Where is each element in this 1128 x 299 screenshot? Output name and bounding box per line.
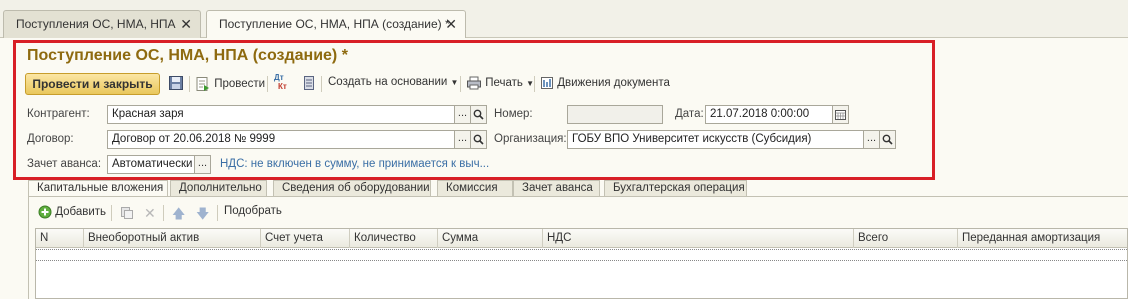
create-based-on-label: Создать на основании: [328, 76, 448, 88]
tab-advance-offset[interactable]: Зачет аванса: [513, 180, 600, 197]
counterparty-label: Контрагент:: [27, 108, 90, 120]
toolbar-separator: [111, 205, 112, 221]
tab-commission[interactable]: Комиссия: [437, 180, 513, 197]
delete-icon[interactable]: ✕: [144, 205, 156, 222]
search-icon[interactable]: [470, 105, 487, 124]
column-header[interactable]: Переданная амортизация: [958, 229, 1128, 248]
save-icon[interactable]: [168, 75, 184, 91]
tab-label: Поступления ОС, НМА, НПА: [16, 17, 176, 31]
document-movements-label: Движения документа: [557, 77, 670, 90]
select-button[interactable]: ...: [454, 130, 471, 149]
organization-label: Организация:: [494, 133, 567, 145]
contract-label: Договор:: [27, 133, 74, 145]
calendar-icon[interactable]: [832, 105, 849, 124]
form-content: Поступление ОС, НМА, НПА (создание) * Пр…: [0, 38, 1128, 299]
column-header[interactable]: Внеоборотный актив: [84, 229, 261, 248]
post-and-close-button[interactable]: Провести и закрыть: [25, 73, 160, 95]
vat-link[interactable]: НДС: не включен в сумму, не принимается …: [220, 158, 489, 170]
report-icon[interactable]: [303, 75, 315, 91]
column-header[interactable]: Счет учета: [261, 229, 350, 248]
select-items-button[interactable]: Подобрать: [224, 205, 282, 217]
toolbar-separator: [534, 76, 535, 92]
print-label: Печать: [485, 77, 523, 90]
column-header[interactable]: НДС: [543, 229, 854, 248]
dt-kt-icon[interactable]: Дт Кт: [274, 73, 287, 91]
post-button[interactable]: Провести: [195, 76, 265, 92]
add-label: Добавить: [55, 206, 107, 219]
number-field[interactable]: [567, 105, 663, 124]
move-down-icon[interactable]: 🡇: [196, 205, 209, 227]
toolbar-separator: [189, 76, 190, 92]
printer-icon: [467, 76, 481, 90]
toolbar-separator: [267, 76, 268, 92]
post-document-icon: [196, 77, 209, 91]
select-button[interactable]: ...: [454, 105, 471, 124]
number-label: Номер:: [494, 108, 533, 120]
advance-offset-label: Зачет аванса:: [27, 158, 102, 170]
advance-offset-field[interactable]: Автоматически: [107, 155, 195, 174]
select-button[interactable]: ...: [863, 130, 880, 149]
contract-field[interactable]: Договор от 20.06.2018 № 9999: [107, 130, 455, 149]
table-header: N Внеоборотный актив Счет учета Количест…: [36, 229, 1127, 248]
select-button[interactable]: ...: [194, 155, 211, 174]
date-label: Дата:: [675, 108, 704, 120]
create-based-on-menu[interactable]: Создать на основании ▼: [328, 76, 458, 88]
chevron-down-icon: ▼: [526, 79, 535, 89]
date-field[interactable]: 21.07.2018 0:00:00: [705, 105, 833, 124]
tab-additional[interactable]: Дополнительно: [170, 180, 267, 197]
toolbar-separator: [163, 205, 164, 221]
column-header[interactable]: Всего: [854, 229, 958, 248]
post-label: Провести: [214, 78, 266, 91]
tab-receipt-create[interactable]: Поступление ОС, НМА, НПА (создание) * ✕: [206, 10, 466, 39]
tab-equipment-info[interactable]: Сведения об оборудовании: [273, 180, 431, 197]
print-menu[interactable]: Печать ▼: [466, 76, 534, 90]
search-icon[interactable]: [879, 130, 896, 149]
toolbar-separator: [217, 205, 218, 221]
toolbar-separator: [321, 76, 322, 92]
counterparty-field[interactable]: Красная заря: [107, 105, 455, 124]
column-header[interactable]: Сумма: [438, 229, 543, 248]
move-up-icon[interactable]: 🡅: [172, 205, 185, 227]
search-icon[interactable]: [470, 130, 487, 149]
tab-receipts-list[interactable]: Поступления ОС, НМА, НПА ✕: [3, 10, 201, 38]
organization-field[interactable]: ГОБУ ВПО Университет искусств (Субсидия): [567, 130, 864, 149]
copy-icon[interactable]: [120, 206, 134, 220]
page-title: Поступление ОС, НМА, НПА (создание) *: [27, 47, 348, 64]
chevron-down-icon: ▼: [450, 78, 459, 87]
tab-accounting-operation[interactable]: Бухгалтерская операция: [604, 180, 747, 197]
add-icon: [38, 205, 52, 219]
inner-tab-bar: Капитальные вложения Дополнительно Сведе…: [28, 180, 928, 198]
close-icon[interactable]: ✕: [445, 16, 457, 33]
items-table[interactable]: N Внеоборотный актив Счет учета Количест…: [35, 228, 1128, 299]
add-button[interactable]: Добавить: [38, 205, 106, 219]
close-icon[interactable]: ✕: [180, 16, 192, 33]
movements-icon: [541, 77, 553, 89]
table-row[interactable]: [36, 249, 1127, 261]
column-header[interactable]: N: [36, 229, 84, 248]
column-header[interactable]: Количество: [350, 229, 438, 248]
tab-label: Поступление ОС, НМА, НПА (создание) *: [219, 17, 450, 31]
toolbar-separator: [460, 76, 461, 92]
document-movements-button[interactable]: Движения документа: [540, 76, 670, 90]
window-tab-bar: Поступления ОС, НМА, НПА ✕ Поступление О…: [0, 6, 1128, 39]
